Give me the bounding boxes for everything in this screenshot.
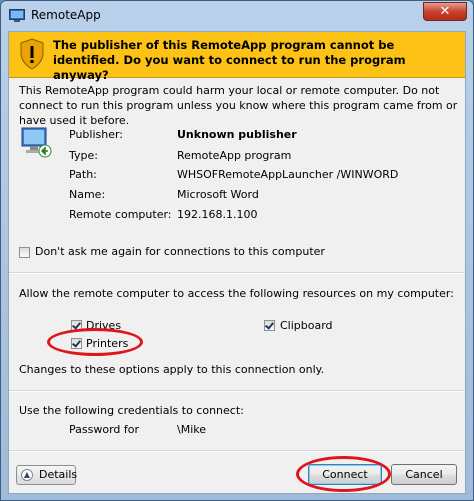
path-value: WHSOFRemoteAppLauncher /WINWORD xyxy=(177,168,399,181)
type-row: Type: RemoteApp program xyxy=(69,149,469,165)
remoteapp-window: RemoteApp ✕ The publisher of this Remote… xyxy=(0,0,474,501)
name-row: Name: Microsoft Word xyxy=(69,188,469,204)
clipboard-label[interactable]: Clipboard xyxy=(280,319,333,332)
password-user-value: \Mike xyxy=(177,423,206,436)
computer-icon xyxy=(21,127,52,158)
close-button[interactable]: ✕ xyxy=(423,2,467,21)
connect-highlight-circle xyxy=(296,456,391,492)
title-bar[interactable]: RemoteApp ✕ xyxy=(1,1,473,31)
close-icon: ✕ xyxy=(439,4,451,19)
remote-computer-row: Remote computer: 192.168.1.100 xyxy=(69,208,469,224)
details-button[interactable]: ▲ Details xyxy=(16,465,78,485)
password-for-label: Password for xyxy=(69,423,140,436)
dont-ask-checkbox[interactable] xyxy=(19,247,30,258)
warning-text: This RemoteApp program could harm your l… xyxy=(19,84,458,127)
remoteapp-icon xyxy=(9,9,25,22)
publisher-value: Unknown publisher xyxy=(177,128,297,141)
remote-computer-value: 192.168.1.100 xyxy=(177,208,258,221)
dialog-body: The publisher of this RemoteApp program … xyxy=(8,31,466,494)
divider xyxy=(9,272,465,274)
name-label: Name: xyxy=(69,188,106,201)
warning-banner: The publisher of this RemoteApp program … xyxy=(9,32,465,82)
dont-ask-label[interactable]: Don't ask me again for connections to th… xyxy=(35,245,325,258)
banner-message: The publisher of this RemoteApp program … xyxy=(53,38,406,82)
path-row: Path: WHSOFRemoteAppLauncher /WINWORD xyxy=(69,168,469,184)
publisher-row: Publisher: Unknown publisher xyxy=(69,128,469,144)
shield-warning-icon xyxy=(20,38,44,70)
cancel-button[interactable]: Cancel xyxy=(391,464,457,485)
divider xyxy=(9,450,465,452)
resources-note: Changes to these options apply to this c… xyxy=(19,363,325,376)
clipboard-checkbox[interactable] xyxy=(264,320,275,331)
chevron-up-icon: ▲ xyxy=(21,469,33,481)
publisher-label: Publisher: xyxy=(69,128,124,141)
path-label: Path: xyxy=(69,168,97,181)
type-value: RemoteApp program xyxy=(177,149,292,162)
divider xyxy=(9,390,465,392)
remote-computer-label: Remote computer: xyxy=(69,208,172,221)
credentials-heading: Use the following credentials to connect… xyxy=(19,404,244,417)
name-value: Microsoft Word xyxy=(177,188,259,201)
resources-heading: Allow the remote computer to access the … xyxy=(19,287,454,300)
details-label: Details xyxy=(39,468,78,481)
type-label: Type: xyxy=(69,149,98,162)
printers-highlight-circle xyxy=(47,328,143,356)
window-title: RemoteApp xyxy=(31,8,101,22)
